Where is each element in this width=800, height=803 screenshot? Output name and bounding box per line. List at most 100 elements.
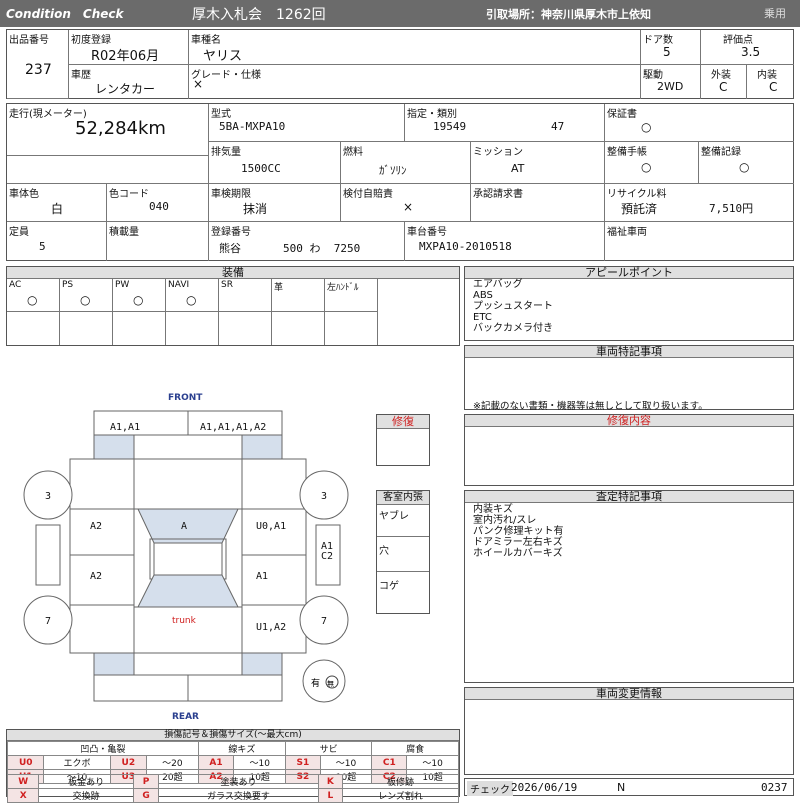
appeal-line: ABS <box>473 290 493 301</box>
legend-mark-desc: ガラス交換要す <box>158 788 319 803</box>
pickup-location: 引取場所：神奈川県厚木市上依知 <box>486 8 651 21</box>
transmission: AT <box>511 162 525 175</box>
fuel: ｶﾞｿﾘﾝ <box>379 164 407 177</box>
front-left-damage: A1,A1 <box>110 422 140 433</box>
appeal-line: ETC <box>473 312 492 323</box>
doors-label: ドア数 <box>643 35 673 46</box>
equipment-label: PW <box>115 280 130 290</box>
appeal-line: エアバッグ <box>473 279 523 290</box>
interior-label: 内装 <box>757 70 777 81</box>
front-label: FRONT <box>168 393 203 403</box>
legend-size: エクボ <box>43 755 111 770</box>
assessment-line: ホイールカバーキズ <box>473 548 563 559</box>
appeal-line: バックカメラ付き <box>473 323 553 334</box>
equipment-blank <box>7 312 60 345</box>
spec-info: 走行(現メーター) 52,284km 型式 5BA-MXPA10 指定・類別 1954… <box>6 103 794 261</box>
history-label: 車歴 <box>71 70 91 81</box>
hole-label: 穴 <box>379 546 389 557</box>
assessment-line: 内装キズ <box>473 504 513 515</box>
chassis-label: 車台番号 <box>407 227 447 238</box>
color-label: 車体色 <box>9 189 39 200</box>
autotax: × <box>403 200 414 214</box>
equipment-label: 左ﾊﾝﾄﾞﾙ <box>327 283 359 293</box>
interior-box-title: 客室内張 <box>377 491 429 505</box>
right-rear-door-damage: A1 <box>256 571 268 582</box>
type: 5BA-MXPA10 <box>219 120 286 133</box>
change-section: 車両変更情報 <box>464 687 794 775</box>
classification: 47 <box>551 120 565 133</box>
legend-mark-desc: 交換跡 <box>38 788 134 803</box>
fuel-label: 燃料 <box>343 147 363 158</box>
legend-group: サビ <box>285 741 373 756</box>
appeal-title: アピールポイント <box>465 267 793 279</box>
appeal-line: プッシュスタート <box>473 301 553 312</box>
manual: ○ <box>641 160 652 174</box>
special-title: 車両特記事項 <box>465 346 793 358</box>
plate-label: 登録番号 <box>211 227 251 238</box>
legend-code: U0 <box>6 755 45 770</box>
maint: ○ <box>739 160 750 174</box>
legend-mark-desc: 板金あり <box>38 774 134 789</box>
designation: 19549 <box>433 120 467 133</box>
color-code: 040 <box>149 200 169 213</box>
legend-code: S1 <box>285 755 321 770</box>
burn-label: コゲ <box>379 581 399 592</box>
legend-mark-desc: 塗装あり <box>158 774 319 789</box>
legend-group: 腐食 <box>371 741 459 756</box>
history: レンタカー <box>95 82 156 96</box>
equipment-value: ○ <box>27 293 38 307</box>
chassis-number: MXPA10-2010518 <box>419 240 512 253</box>
plate-number: 500 わ 7250 <box>283 242 361 255</box>
spare-tire-present: 有 <box>311 677 320 689</box>
first-reg: R02年06月 <box>91 49 160 64</box>
check-label: チェック <box>467 781 513 796</box>
tear-label: ヤブレ <box>379 511 409 522</box>
spare-tire-mark: 無 <box>327 679 334 688</box>
left-front-door-damage: A2 <box>90 521 102 532</box>
left-rear-door-damage: A2 <box>90 571 102 582</box>
displacement: 1500CC <box>241 162 281 175</box>
autotax-label: 検付自賠責 <box>343 189 393 200</box>
check-row: チェック 2026/06/19 N 0237 <box>464 778 794 796</box>
repair-box: 修復 <box>376 414 430 466</box>
check-lot: 0237 <box>761 781 788 794</box>
repair-box-title: 修復 <box>377 415 429 429</box>
equipment-blank <box>219 312 272 345</box>
car-damage-diagram: FRONT REAR trunk A1,A1 A1,A1,A1,A2 3 3 7… <box>23 393 349 722</box>
trunk-label: trunk <box>172 616 197 626</box>
equipment-blank <box>166 312 219 345</box>
drive-label: 駆動 <box>643 70 663 81</box>
legend-mark-code: K <box>317 774 343 789</box>
check-mark: N <box>617 781 626 794</box>
legend-mark-code: X <box>6 788 40 803</box>
body-color: 白 <box>51 202 64 216</box>
legend-size: 〜10 <box>406 755 459 770</box>
color-code-label: 色コード <box>109 189 149 200</box>
recycle-status: 預託済 <box>621 202 658 216</box>
tire-rear-right: 7 <box>321 616 327 627</box>
warranty-label: 保証書 <box>607 109 637 120</box>
legend-code: A1 <box>197 755 235 770</box>
tire-rear-left: 7 <box>45 616 51 627</box>
condition-check-title: Condition Check <box>6 7 124 21</box>
equipment-col: 革 <box>272 279 325 312</box>
special-note: ※記載のない書類・機器等は無しとして取り扱います。 <box>473 401 708 412</box>
first-reg-label: 初度登録 <box>71 35 111 46</box>
equipment-value: ○ <box>133 293 144 307</box>
exterior: C <box>719 80 728 94</box>
approval-label: 承認請求書 <box>473 189 523 200</box>
assessment-section: 査定特記事項 内装キズ 室内汚れ/スレ パンク修理キット有 ドアミラー左右キズ ホイール… <box>464 490 794 683</box>
equipment-blank <box>113 312 166 345</box>
legend-mark-code: W <box>6 774 40 789</box>
legend-mark-code: G <box>132 788 160 803</box>
right-rear-damage: U1,A2 <box>256 622 286 633</box>
equipment-label: NAVI <box>168 280 190 290</box>
legend-mark-code: P <box>132 774 160 789</box>
usage-label: 乗用 <box>764 7 786 20</box>
designation-label: 指定・類別 <box>407 109 457 120</box>
assessment-line: 室内汚れ/スレ <box>473 515 537 526</box>
auction-title: 厚木入札会 1262回 <box>192 7 326 23</box>
legend-mark-code: L <box>317 788 343 803</box>
equipment-blank <box>60 312 113 345</box>
repair-detail-title: 修復内容 <box>465 415 793 427</box>
